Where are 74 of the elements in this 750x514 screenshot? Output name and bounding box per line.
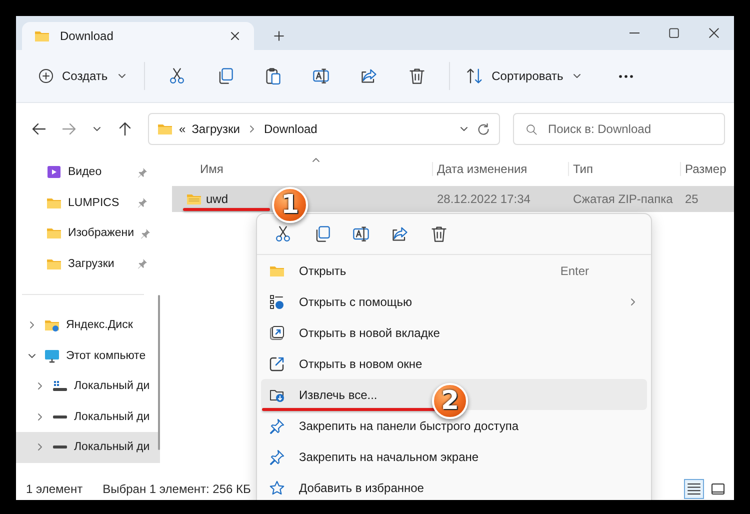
menu-item[interactable]: Открыть Enter	[261, 255, 647, 286]
rename-icon	[352, 225, 370, 243]
tree-item[interactable]: Локальный ди	[16, 402, 152, 432]
star-icon	[269, 480, 285, 496]
sort-button[interactable]: Сортировать	[458, 61, 592, 91]
column-header[interactable]: Размер	[680, 162, 734, 176]
refresh-icon	[476, 122, 491, 136]
pin-icon	[137, 258, 148, 270]
rename-icon	[312, 67, 330, 85]
tree-item[interactable]: Этот компьюте	[16, 340, 152, 371]
search-field[interactable]: Поиск в: Download	[513, 113, 725, 145]
menu-item[interactable]: Открыть с помощью	[261, 286, 647, 317]
column-header[interactable]: Имя	[172, 162, 432, 176]
menu-item[interactable]: Закрепить на начальном экране	[261, 441, 647, 472]
plus-circle-icon	[38, 68, 54, 84]
breadcrumb[interactable]: Download	[264, 122, 318, 136]
rename-button[interactable]	[352, 225, 370, 243]
close-icon	[228, 29, 242, 43]
close-icon	[707, 26, 721, 40]
trash-button[interactable]	[430, 225, 448, 243]
drive-icon	[52, 414, 68, 419]
quick-access-item[interactable]: LUMPICS	[16, 188, 152, 218]
sort-icon	[466, 67, 484, 85]
tree-item[interactable]: Локальный ди	[16, 432, 160, 462]
quick-access-item[interactable]: Изображени	[16, 218, 152, 248]
breadcrumb[interactable]: Загрузки	[192, 122, 240, 136]
column-header[interactable]: Дата изменения	[432, 162, 568, 176]
monitor-icon	[44, 348, 60, 364]
share-button[interactable]	[390, 225, 408, 243]
video-icon	[46, 164, 62, 180]
forward-arrow-icon	[61, 121, 77, 137]
pin-icon	[137, 197, 148, 208]
scrollbar-thumb[interactable]	[158, 295, 160, 450]
shortcut-hint: Enter	[560, 264, 589, 278]
new-window-icon	[269, 356, 285, 372]
tree-item[interactable]: Яндекс.Диск	[16, 310, 152, 340]
drive-icon	[52, 445, 68, 450]
new-tab-icon	[269, 324, 285, 340]
clipboard-icon	[264, 67, 282, 85]
quick-access-item[interactable]: Загрузки	[16, 248, 152, 279]
details-view-icon	[686, 481, 702, 497]
search-icon	[525, 123, 538, 136]
plus-icon	[272, 29, 286, 43]
scissors-icon	[168, 67, 186, 85]
share-icon	[390, 225, 408, 243]
menu-item[interactable]: Добавить в избранное	[261, 472, 647, 500]
create-button[interactable]: Создать	[30, 62, 136, 90]
menu-item[interactable]: Открыть в новой вкладке	[261, 317, 647, 348]
share-icon	[360, 67, 378, 85]
maximize-icon	[667, 26, 681, 40]
back-arrow-icon	[31, 121, 47, 137]
scissors-button[interactable]	[274, 225, 292, 243]
menu-item[interactable]: Открыть в новом окне	[261, 348, 647, 379]
more-icon	[618, 74, 634, 78]
overflow-chevron[interactable]: «	[179, 122, 186, 136]
address-bar[interactable]: « Загрузки Download	[148, 113, 500, 145]
window-tab[interactable]: Download	[22, 22, 254, 50]
trash-icon	[408, 67, 426, 85]
quick-access-item[interactable]: Видео	[16, 157, 152, 188]
selection-info: Выбран 1 элемент: 256 КБ	[102, 482, 251, 496]
pin-icon	[269, 448, 285, 464]
minimize-icon	[628, 32, 640, 34]
tiles-view-icon	[710, 481, 726, 497]
open-with-icon	[269, 294, 285, 310]
up-arrow-icon	[117, 121, 133, 137]
tree-item[interactable]: Локальный ди	[16, 371, 152, 402]
item-count: 1 элемент	[26, 482, 83, 496]
view-button[interactable]	[684, 479, 704, 499]
trash-icon	[430, 225, 448, 243]
column-header[interactable]: Тип	[568, 162, 680, 176]
pin-icon	[140, 228, 152, 239]
scissors-icon	[274, 225, 292, 243]
pin-icon	[269, 418, 285, 434]
pin-icon	[137, 166, 148, 178]
